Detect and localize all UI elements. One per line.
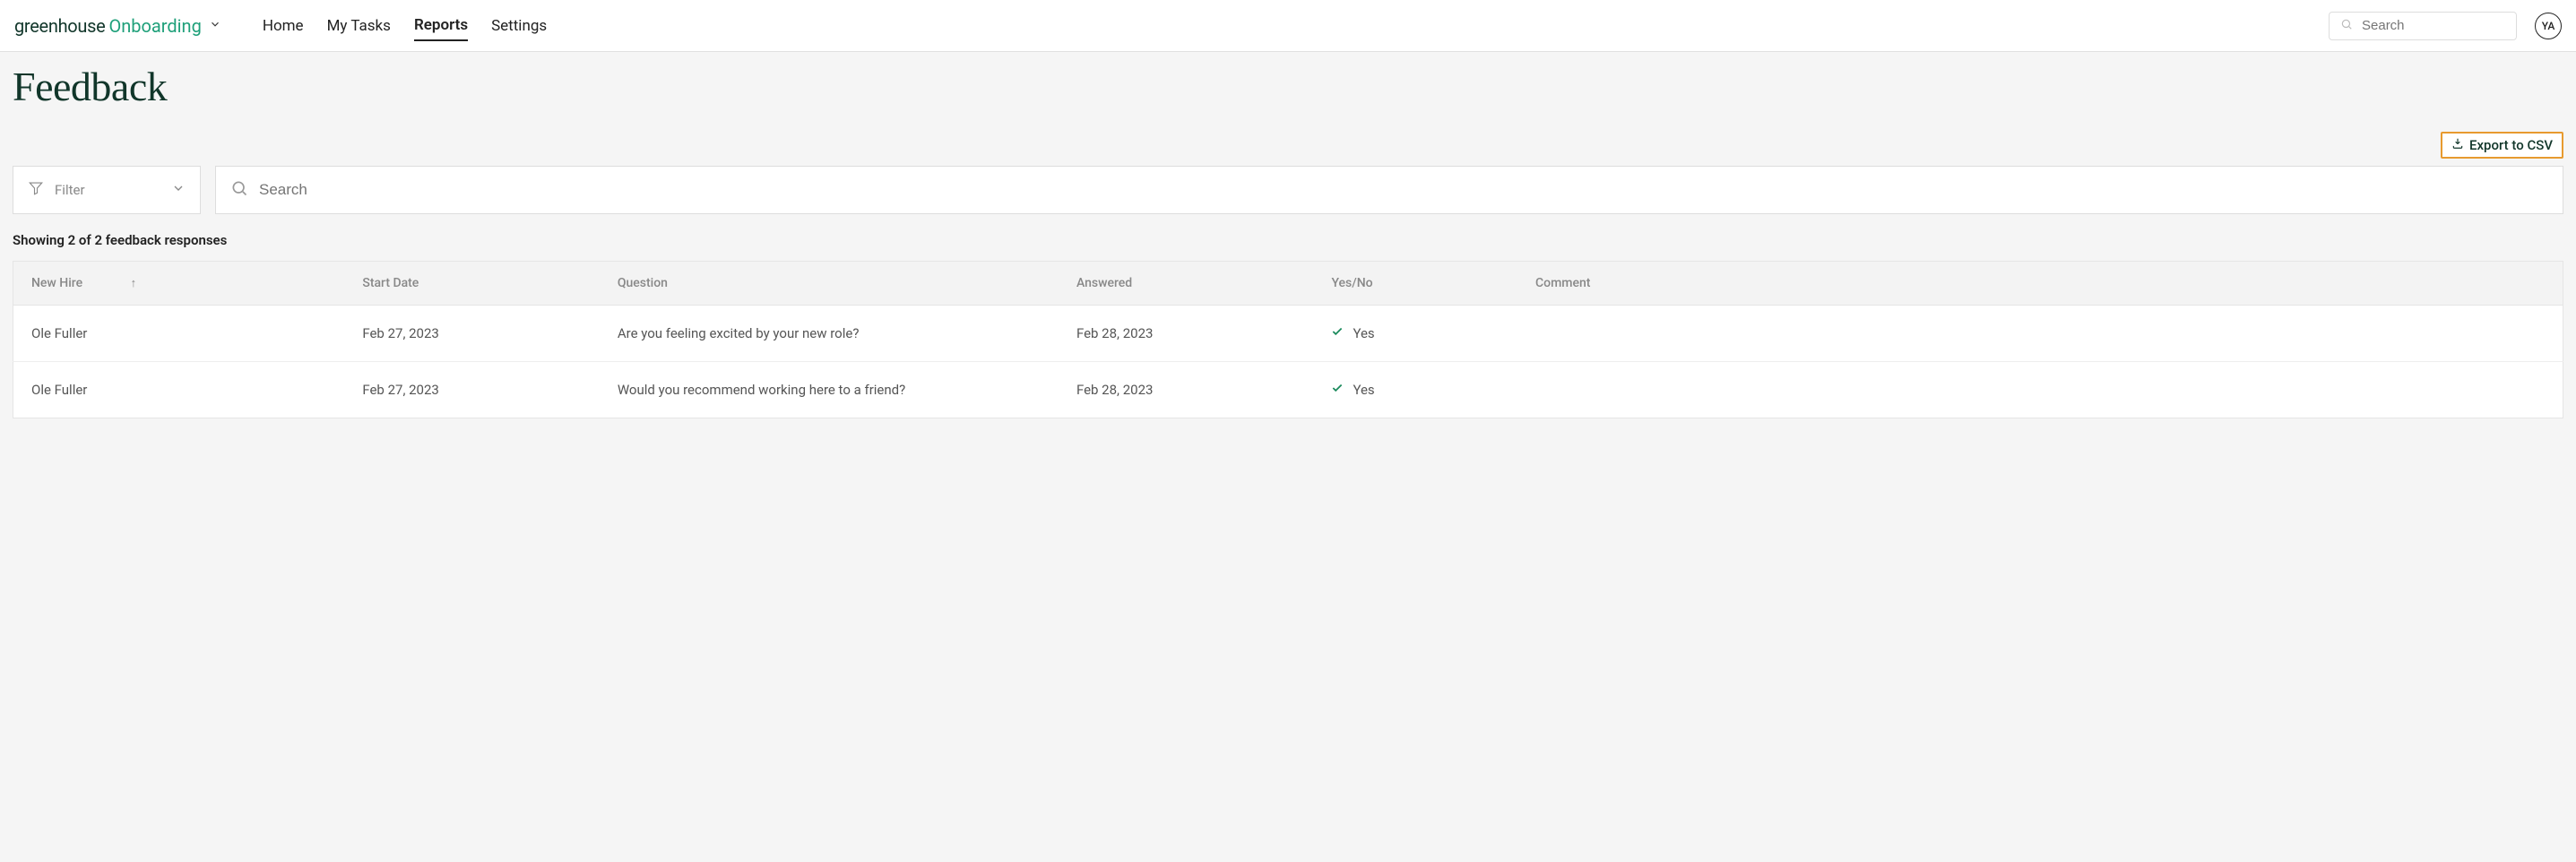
nav-reports[interactable]: Reports <box>414 11 468 41</box>
cell-new-hire: Ole Fuller <box>13 362 345 418</box>
logo-secondary: Onboarding <box>108 15 201 37</box>
col-header-new-hire[interactable]: New Hire ↑ <box>13 262 345 306</box>
export-csv-label: Export to CSV <box>2469 137 2553 153</box>
logo-primary: greenhouse <box>14 15 105 37</box>
table-search-input[interactable] <box>259 181 2548 199</box>
logo[interactable]: greenhouse Onboarding <box>14 15 221 37</box>
table-search[interactable] <box>215 166 2563 214</box>
filter-label: Filter <box>55 182 85 198</box>
chevron-down-icon <box>209 18 221 34</box>
cell-new-hire: Ole Fuller <box>13 306 345 362</box>
col-header-yes-no[interactable]: Yes/No <box>1313 262 1517 306</box>
avatar[interactable]: YA <box>2535 13 2562 39</box>
cell-start-date: Feb 27, 2023 <box>344 362 600 418</box>
export-csv-button[interactable]: Export to CSV <box>2441 132 2563 159</box>
primary-nav: Home My Tasks Reports Settings <box>263 11 2329 41</box>
yes-no-value: Yes <box>1353 382 1374 398</box>
search-icon <box>2340 18 2353 34</box>
page-title: Feedback <box>13 63 2563 110</box>
feedback-table: New Hire ↑ Start Date Question Answered … <box>13 261 2563 418</box>
global-search[interactable] <box>2329 12 2517 40</box>
col-header-start-date[interactable]: Start Date <box>344 262 600 306</box>
cell-question: Are you feeling excited by your new role… <box>600 306 1059 362</box>
filter-dropdown[interactable]: Filter <box>13 166 201 214</box>
cell-answered: Feb 28, 2023 <box>1059 306 1314 362</box>
table-row: Ole FullerFeb 27, 2023Would you recommen… <box>13 362 2563 418</box>
nav-settings[interactable]: Settings <box>491 12 547 40</box>
col-header-comment[interactable]: Comment <box>1517 262 2563 306</box>
topbar: greenhouse Onboarding Home My Tasks Repo… <box>0 0 2576 52</box>
page-body: Feedback Export to CSV Filter <box>0 52 2576 440</box>
global-search-input[interactable] <box>2362 18 2505 33</box>
chevron-down-icon <box>171 181 186 199</box>
cell-answered: Feb 28, 2023 <box>1059 362 1314 418</box>
cell-yes-no: Yes <box>1313 306 1517 362</box>
result-count: Showing 2 of 2 feedback responses <box>13 232 2563 248</box>
cell-question: Would you recommend working here to a fr… <box>600 362 1059 418</box>
cell-yes-no: Yes <box>1313 362 1517 418</box>
yes-no-value: Yes <box>1353 325 1374 341</box>
check-icon <box>1331 325 1344 341</box>
nav-my-tasks[interactable]: My Tasks <box>327 12 391 40</box>
cell-start-date: Feb 27, 2023 <box>344 306 600 362</box>
topbar-right: YA <box>2329 12 2562 40</box>
download-icon <box>2451 137 2464 153</box>
sort-asc-icon: ↑ <box>131 277 137 290</box>
check-icon <box>1331 382 1344 398</box>
filter-icon <box>28 180 44 200</box>
table-row: Ole FullerFeb 27, 2023Are you feeling ex… <box>13 306 2563 362</box>
col-header-new-hire-label: New Hire <box>31 276 82 290</box>
nav-home[interactable]: Home <box>263 12 304 40</box>
export-row: Export to CSV <box>13 132 2563 159</box>
col-header-answered[interactable]: Answered <box>1059 262 1314 306</box>
cell-comment <box>1517 362 2563 418</box>
search-icon <box>230 179 248 201</box>
cell-comment <box>1517 306 2563 362</box>
col-header-question[interactable]: Question <box>600 262 1059 306</box>
filter-row: Filter <box>13 166 2563 214</box>
